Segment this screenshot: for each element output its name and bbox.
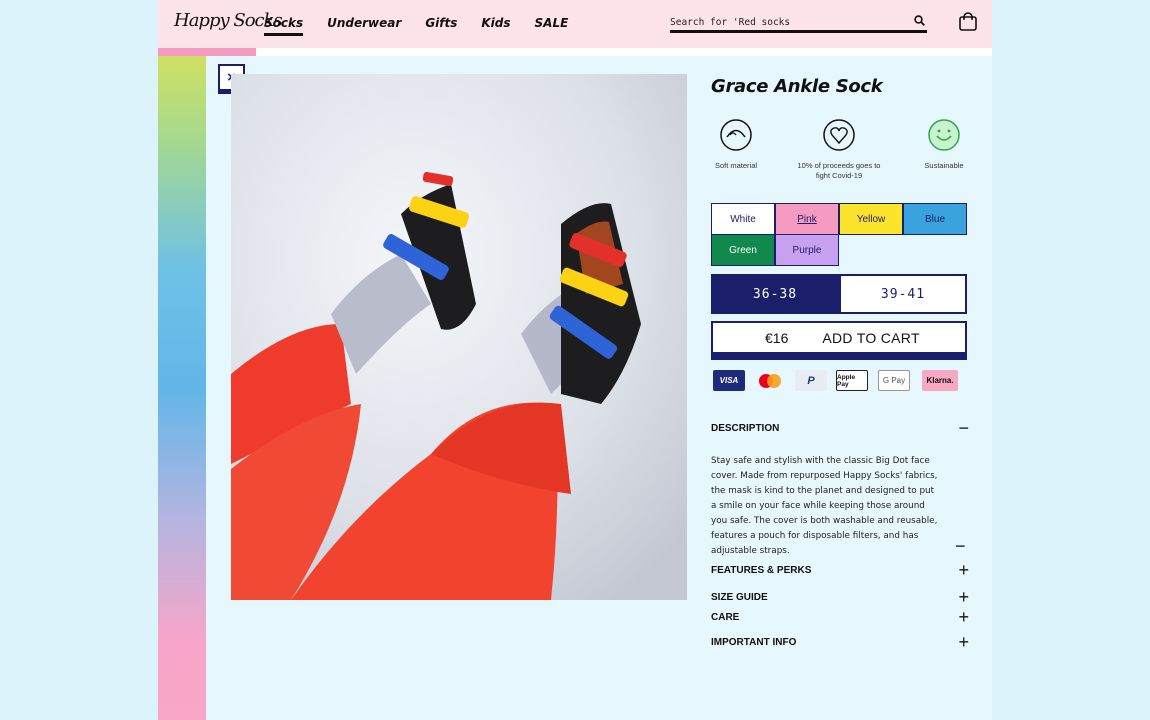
feature-label: Soft material xyxy=(714,161,758,170)
feature-label: Sustainable xyxy=(924,161,964,170)
progress-bar xyxy=(158,48,992,56)
add-to-cart-button[interactable]: €16 ADD TO CART xyxy=(711,321,967,354)
search-input[interactable] xyxy=(670,16,890,28)
globe-smile-icon xyxy=(927,119,961,156)
heart-icon xyxy=(822,119,856,156)
color-white[interactable]: White xyxy=(711,203,775,235)
description-text: Stay safe and stylish with the classic B… xyxy=(711,456,938,556)
feature-covid: 10% of proceeds goes to fight Covid-19 xyxy=(793,118,885,181)
product-title: Grace Ankle Sock xyxy=(711,76,883,97)
accordion-title: FEATURES & PERKS xyxy=(711,565,812,576)
plus-icon: + xyxy=(958,632,969,652)
search-bar xyxy=(670,14,927,33)
size-39-41[interactable]: 39-41 xyxy=(839,274,967,314)
size-selector: 36-38 39-41 xyxy=(711,274,967,314)
accordion-title: IMPORTANT INFO xyxy=(711,637,797,648)
color-green[interactable]: Green xyxy=(711,234,775,266)
site-header: Happy Socks Socks Underwear Gifts Kids S… xyxy=(158,0,992,48)
nav-gifts[interactable]: Gifts xyxy=(425,16,457,36)
mastercard-icon xyxy=(754,370,786,391)
accordion-description[interactable]: DESCRIPTION − xyxy=(711,419,971,437)
nav-kids[interactable]: Kids xyxy=(481,16,510,36)
plus-icon: + xyxy=(958,607,969,627)
nav-underwear[interactable]: Underwear xyxy=(327,16,401,36)
cart-icon[interactable] xyxy=(958,12,978,37)
add-to-cart-label: ADD TO CART xyxy=(822,329,920,346)
nav-sale[interactable]: SALE xyxy=(535,16,569,36)
accordion-title: DESCRIPTION xyxy=(711,423,780,434)
minus-icon: − xyxy=(958,418,969,438)
main-nav: Socks Underwear Gifts Kids SALE xyxy=(264,16,568,36)
color-pink[interactable]: Pink xyxy=(775,203,839,235)
accordion-size-guide[interactable]: SIZE GUIDE + xyxy=(711,588,971,606)
color-blue[interactable]: Blue xyxy=(903,203,967,235)
plus-icon: + xyxy=(958,587,969,607)
nav-socks[interactable]: Socks xyxy=(264,16,304,36)
smile-icon xyxy=(719,119,753,156)
search-icon[interactable] xyxy=(914,13,925,31)
color-purple[interactable]: Purple xyxy=(775,234,839,266)
gradient-strip xyxy=(158,56,206,720)
product-image[interactable] xyxy=(231,74,687,600)
google-pay-icon: G Pay xyxy=(878,370,910,391)
feature-sustainable: Sustainable xyxy=(917,118,971,171)
color-yellow[interactable]: Yellow xyxy=(839,203,903,235)
payment-methods: VISA P Apple Pay G Pay Klarna. xyxy=(713,370,963,392)
accordion-important-info[interactable]: IMPORTANT INFO + xyxy=(711,633,971,651)
minus-icon[interactable]: − xyxy=(955,536,966,557)
accordion-title: CARE xyxy=(711,612,740,623)
feature-list: Soft material 10% of proceeds goes to fi… xyxy=(711,118,967,188)
apple-pay-icon: Apple Pay xyxy=(836,370,868,391)
feature-soft: Soft material xyxy=(711,118,761,171)
feature-label: 10% of proceeds goes to fight Covid-19 xyxy=(797,161,881,180)
accordion-title: SIZE GUIDE xyxy=(711,592,768,603)
visa-icon: VISA xyxy=(713,370,745,391)
product-photo xyxy=(231,74,687,600)
klarna-icon: Klarna. xyxy=(922,370,958,391)
plus-icon: + xyxy=(958,560,969,580)
accordion-care[interactable]: CARE + xyxy=(711,608,971,626)
price: €16 xyxy=(765,329,789,346)
size-36-38[interactable]: 36-38 xyxy=(711,274,839,314)
progress-fill xyxy=(158,48,256,56)
accordion-features[interactable]: FEATURES & PERKS + xyxy=(711,561,971,579)
paypal-icon: P xyxy=(795,370,827,391)
